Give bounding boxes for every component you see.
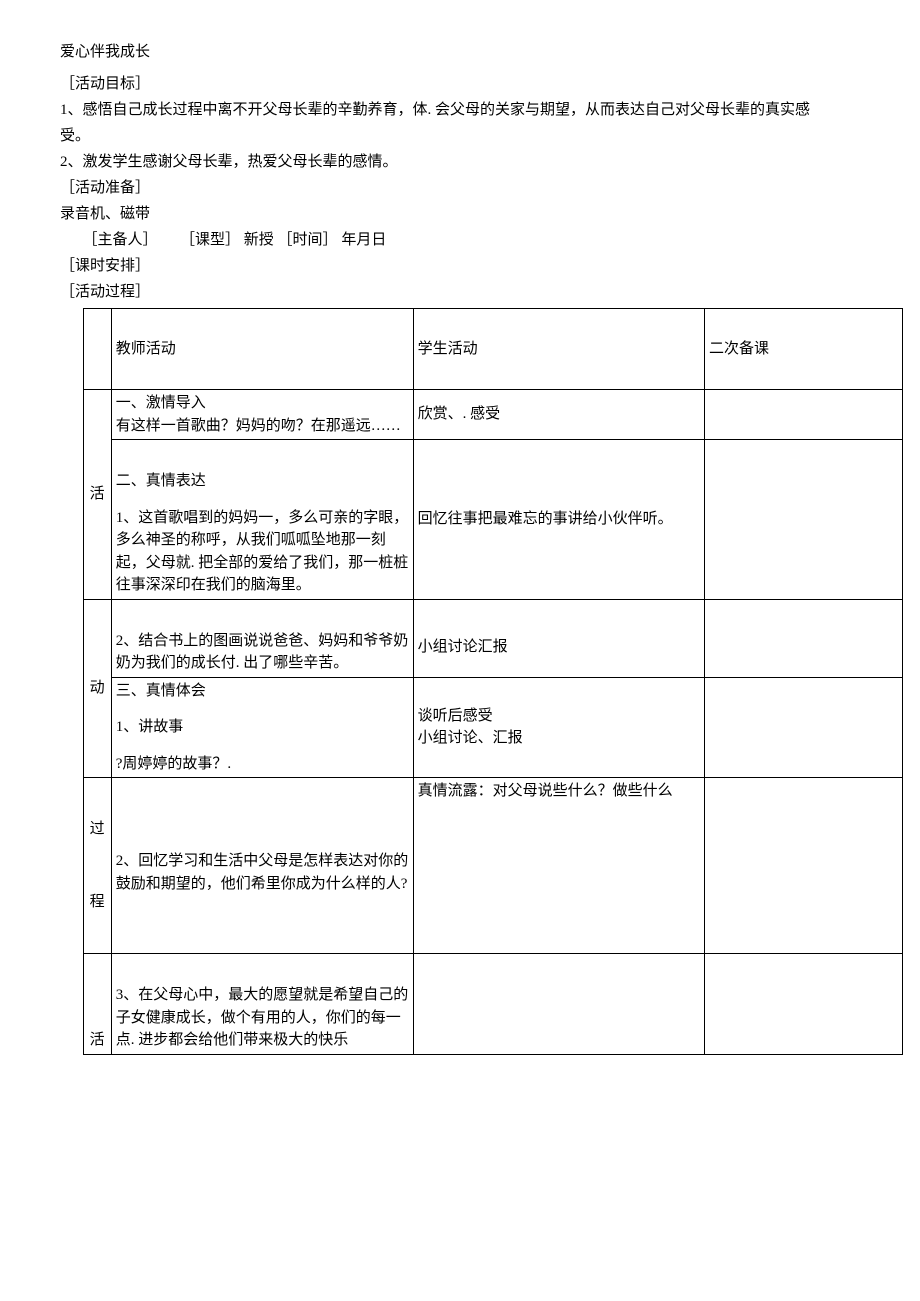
header-teacher: 教师活动	[111, 309, 413, 390]
teacher-sec3b: 2、回忆学习和生活中父母是怎样表达对你的鼓励和期望的，他们希里你成为什么样的人?	[111, 778, 413, 954]
meta-line: ［主备人］ ［课型］ 新授 ［时间］ 年月日	[83, 228, 861, 252]
left-cell-2: 动	[83, 599, 111, 778]
table-row: 过 程 2、回忆学习和生活中父母是怎样表达对你的鼓励和期望的，他们希里你成为什么…	[83, 778, 902, 954]
sec3-text3: 3、在父母心中，最大的愿望就是希望自己的子女健康成长，做个有用的人，你们的每一点…	[116, 984, 409, 1052]
process-label: ［活动过程］	[60, 280, 860, 304]
student-s4b: 小组讨论、汇报	[418, 727, 700, 750]
table-header-row: 教师活动 学生活动 二次备课	[83, 309, 902, 390]
header-left	[83, 309, 111, 390]
sec2-text2: 2、结合书上的图画说说爸爸、妈妈和爷爷奶奶为我们的成长付. 出了哪些辛苦。	[116, 630, 409, 675]
student-empty	[413, 954, 704, 1055]
left-r3: 过	[86, 818, 109, 841]
sec1-text: 有这样一首歌曲？妈妈的吻？在那遥远……	[116, 415, 409, 438]
prep-item: 录音机、磁带	[60, 202, 860, 226]
note-cell	[705, 778, 902, 954]
goal-label: ［活动目标］	[60, 72, 860, 96]
sec3-text1: 1、讲故事	[116, 716, 409, 739]
type-label: ［课型］	[180, 232, 240, 248]
header-note: 二次备课	[705, 309, 902, 390]
sec2-text1: 1、这首歌唱到的妈妈一，多么可亲的字眼，多么神圣的称呼，从我们呱呱坠地那一刻起，…	[116, 507, 409, 597]
goal-1b: 受。	[60, 124, 860, 148]
author-label: ［主备人］	[83, 232, 158, 248]
student-s4a: 谈听后感受	[418, 705, 700, 728]
prep-label: ［活动准备］	[60, 176, 860, 200]
table-row: 三、真情体会 1、讲故事 ?周婷婷的故事？. 谈听后感受 小组讨论、汇报	[83, 677, 902, 778]
sec3-text1b: ?周婷婷的故事？.	[116, 753, 409, 776]
teacher-sec2a: 二、真情表达 1、这首歌唱到的妈妈一，多么可亲的字眼，多么神圣的称呼，从我们呱呱…	[111, 440, 413, 600]
sec1-heading: 一、激情导入	[116, 392, 409, 415]
header-student: 学生活动	[413, 309, 704, 390]
goal-2: 2、激发学生感谢父母长辈，热爱父母长辈的感情。	[60, 150, 860, 174]
student-s2: 回忆往事把最难忘的事讲给小伙伴听。	[413, 440, 704, 600]
left-cell-3: 过 程	[83, 778, 111, 954]
left-r4: 程	[86, 891, 109, 914]
teacher-sec2b: 2、结合书上的图画说说爸爸、妈妈和爷爷奶奶为我们的成长付. 出了哪些辛苦。	[111, 599, 413, 677]
note-cell	[705, 599, 902, 677]
sec3-text2: 2、回忆学习和生活中父母是怎样表达对你的鼓励和期望的，他们希里你成为什么样的人?	[116, 850, 409, 895]
table-row: 动 2、结合书上的图画说说爸爸、妈妈和爷爷奶奶为我们的成长付. 出了哪些辛苦。 …	[83, 599, 902, 677]
activity-table: 教师活动 学生活动 二次备课 活 一、激情导入 有这样一首歌曲？妈妈的吻？在那遥…	[83, 308, 903, 1055]
note-cell	[705, 677, 902, 778]
table-row: 活 一、激情导入 有这样一首歌曲？妈妈的吻？在那遥远…… 欣赏、. 感受	[83, 390, 902, 440]
type-val: 新授	[244, 232, 274, 248]
left-cell-1: 活	[83, 390, 111, 600]
teacher-sec3a: 三、真情体会 1、讲故事 ?周婷婷的故事？.	[111, 677, 413, 778]
student-s1: 欣赏、. 感受	[413, 390, 704, 440]
teacher-sec1: 一、激情导入 有这样一首歌曲？妈妈的吻？在那遥远……	[111, 390, 413, 440]
sec2-heading: 二、真情表达	[116, 470, 409, 493]
note-cell	[705, 390, 902, 440]
sec3-heading: 三、真情体会	[116, 680, 409, 703]
time-label: ［时间］	[278, 232, 338, 248]
student-s5: 真情流露：对父母说些什么？做些什么	[413, 778, 704, 954]
student-s4: 谈听后感受 小组讨论、汇报	[413, 677, 704, 778]
note-cell	[705, 954, 902, 1055]
table-row: 二、真情表达 1、这首歌唱到的妈妈一，多么可亲的字眼，多么神圣的称呼，从我们呱呱…	[83, 440, 902, 600]
time-val: 年月日	[341, 232, 386, 248]
goal-1a: 1、感悟自己成长过程中离不开父母长辈的辛勤养育，体. 会父母的关家与期望，从而表…	[60, 98, 860, 122]
schedule-label: ［课时安排］	[60, 254, 860, 278]
table-row: 活 3、在父母心中，最大的愿望就是希望自己的子女健康成长，做个有用的人，你们的每…	[83, 954, 902, 1055]
left-cell-5: 活	[83, 954, 111, 1055]
teacher-sec3c: 3、在父母心中，最大的愿望就是希望自己的子女健康成长，做个有用的人，你们的每一点…	[111, 954, 413, 1055]
note-cell	[705, 440, 902, 600]
page-title: 爱心伴我成长	[60, 40, 860, 64]
student-s3: 小组讨论汇报	[413, 599, 704, 677]
